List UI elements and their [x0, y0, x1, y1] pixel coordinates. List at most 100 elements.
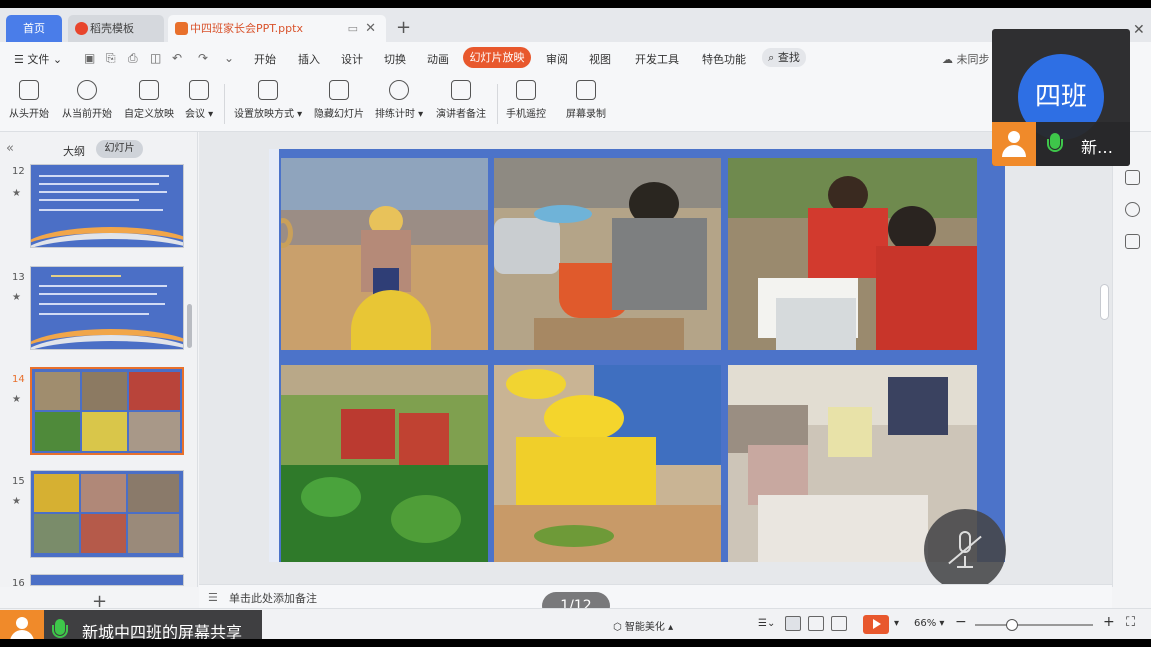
slide-thumbnail[interactable] [30, 266, 184, 350]
menu-slideshow[interactable]: 幻灯片放映 [463, 47, 531, 68]
slide-number: 15 [12, 476, 25, 487]
meeting-button[interactable]: 会议 ▾ [185, 80, 213, 120]
photo-child-body [876, 246, 977, 350]
thumb-photo [128, 514, 179, 553]
play-from-current-button[interactable]: 从当前开始 [62, 80, 112, 120]
copy-pane-icon[interactable] [1125, 234, 1140, 249]
slide-sorter-icon[interactable] [808, 616, 824, 631]
setup-show-button[interactable]: 设置放映方式 ▾ [234, 80, 302, 120]
export-icon[interactable]: ⎘ [106, 51, 116, 66]
avatar-body [10, 630, 34, 639]
tab-document[interactable]: 中四班家长会PPT.pptx ▭ ✕ [168, 15, 386, 42]
menu-design[interactable]: 设计 [341, 51, 363, 67]
zoom-level[interactable]: 66% ▾ [914, 618, 944, 629]
thumb-photo [34, 514, 79, 553]
custom-show-icon [139, 80, 159, 100]
play-slideshow-button[interactable] [863, 615, 889, 634]
muted-mic-button[interactable] [924, 509, 1006, 591]
screen-record-button[interactable]: 屏幕录制 [566, 80, 606, 120]
search-button[interactable]: ⌕ 查找 [762, 48, 806, 67]
menu-start[interactable]: 开始 [254, 51, 276, 67]
menu-review[interactable]: 审阅 [546, 51, 568, 67]
notes-icon: ☰ [208, 591, 218, 604]
slide-photo[interactable] [281, 158, 488, 350]
slide-photo[interactable] [494, 365, 721, 562]
menu-insert[interactable]: 插入 [298, 51, 320, 67]
slides-panel: « 大纲 幻灯片 12 ★ 13 ★ 14 ★ 15 ★ 16 + [0, 132, 198, 612]
outline-tab[interactable]: 大纲 [63, 143, 85, 159]
normal-view-icon[interactable] [785, 616, 801, 631]
phone-remote-button[interactable]: 手机遥控 [506, 80, 546, 120]
photo-pot [494, 218, 560, 274]
slide-scrollbar[interactable] [1100, 284, 1109, 320]
menu-view[interactable]: 视图 [589, 51, 611, 67]
zoom-in-icon[interactable]: + [1103, 614, 1115, 630]
play-circle-icon [77, 80, 97, 100]
ribbon-divider [497, 84, 498, 124]
tab-template-label: 稻壳模板 [90, 22, 134, 35]
zoom-slider-track[interactable] [975, 624, 1093, 626]
slide-photo[interactable] [494, 158, 721, 350]
file-menu[interactable]: ☰ 文件 ⌄ [14, 51, 62, 67]
slide-photo[interactable] [728, 158, 977, 350]
avatar-body [1002, 145, 1026, 157]
thumb-title-line [51, 275, 121, 277]
hide-slide-button[interactable]: 隐藏幻灯片 [314, 80, 364, 120]
play-options-icon[interactable]: ▾ [894, 618, 899, 629]
menu-animation[interactable]: 动画 [427, 51, 449, 67]
participant-name: 新… [1081, 138, 1114, 157]
slide-thumbnail[interactable] [30, 164, 184, 248]
tab-home[interactable]: 首页 [6, 15, 62, 42]
current-slide[interactable] [269, 149, 1005, 562]
avatar-head [1008, 131, 1020, 143]
close-window-icon[interactable]: ✕ [1133, 22, 1145, 38]
participant-video-tile[interactable]: 四班 新… [992, 29, 1130, 166]
collapse-panel-icon[interactable]: « [6, 141, 14, 156]
thumb-text-line [39, 209, 163, 211]
menu-developer[interactable]: 开发工具 [635, 51, 679, 67]
thumb-photo [35, 372, 80, 410]
panel-scrollbar[interactable] [187, 304, 192, 348]
rehearse-timing-button[interactable]: 排练计时 ▾ [375, 80, 423, 120]
zoom-out-icon[interactable]: − [955, 614, 967, 630]
hide-slide-icon [329, 80, 349, 100]
slide-photo[interactable] [281, 365, 488, 562]
preview-icon[interactable]: ◫ [150, 51, 161, 65]
tab-template[interactable]: 稻壳模板 [68, 15, 164, 42]
redo-icon[interactable]: ↷ [198, 51, 208, 65]
customize-toolbar-icon[interactable]: ⌄ [224, 51, 234, 65]
speaker-notes-button[interactable]: 演讲者备注 [436, 80, 486, 120]
menu-features[interactable]: 特色功能 [702, 51, 746, 67]
notes-pane[interactable]: ☰ 单击此处添加备注 [199, 584, 1112, 608]
thumb-photo [82, 372, 127, 410]
slide-canvas [199, 132, 1112, 591]
notes-toggle-icon[interactable]: ☰⌄ [758, 618, 775, 629]
slides-tab[interactable]: 幻灯片 [96, 140, 143, 158]
close-tab-icon[interactable]: ✕ [365, 15, 376, 42]
animation-pane-icon[interactable] [1125, 202, 1140, 217]
mic-off-icon-stand [964, 556, 966, 566]
fit-window-icon[interactable]: ⛶ [1126, 615, 1135, 630]
print-icon[interactable]: ⎙ [128, 51, 138, 66]
slide-thumbnail[interactable] [30, 470, 184, 558]
properties-icon[interactable] [1125, 170, 1140, 185]
undo-icon[interactable]: ↶ [172, 51, 182, 65]
slide-thumbnail-selected[interactable] [30, 367, 184, 455]
slide-decoration [269, 149, 279, 562]
custom-show-button[interactable]: 自定义放映 [124, 80, 174, 120]
window-pin-icon[interactable]: ▭ [348, 15, 358, 42]
slide-thumbnail[interactable] [30, 574, 184, 586]
sync-status[interactable]: ☁ 未同步 [942, 51, 990, 67]
photo-sky [281, 158, 488, 210]
new-tab-icon[interactable]: + [396, 17, 411, 38]
mic-off-icon-base [957, 566, 973, 568]
right-toolbar [1112, 132, 1151, 587]
menu-transition[interactable]: 切换 [384, 51, 406, 67]
save-icon[interactable]: ▣ [84, 51, 95, 65]
zoom-slider-knob[interactable] [1006, 619, 1018, 631]
smart-beautify-button[interactable]: ⬡ 智能美化 ▴ [613, 618, 673, 633]
play-from-start-button[interactable]: 从头开始 [9, 80, 49, 120]
reading-view-icon[interactable] [831, 616, 847, 631]
thumb-photo [34, 474, 79, 512]
thumb-photo [129, 412, 180, 451]
